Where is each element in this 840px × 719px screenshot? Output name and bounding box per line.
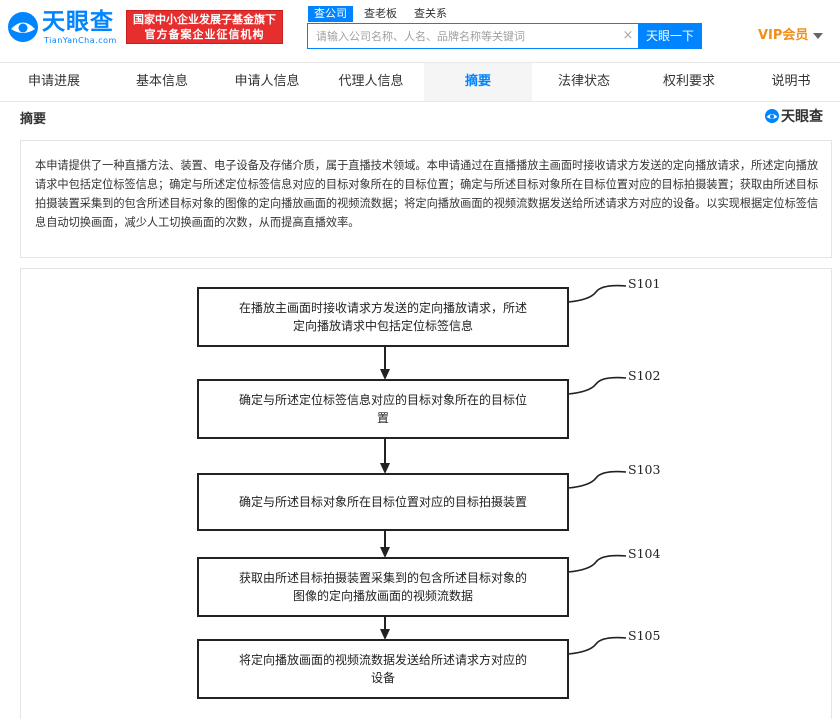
flow-step-text: 确定与所述定位标签信息对应的目标对象所在的目标位 <box>239 392 527 407</box>
tab-abstract[interactable]: 摘要 <box>424 63 532 101</box>
flow-step-label: S101 <box>628 276 660 291</box>
tab-applicant-info[interactable]: 申请人信息 <box>216 63 318 101</box>
patent-tabs: 申请进展 基本信息 申请人信息 代理人信息 摘要 法律状态 权利要求 说明书 <box>0 62 840 102</box>
vip-menu[interactable]: VIP会员 <box>758 27 824 45</box>
search-tab-relation[interactable]: 查关系 <box>414 6 447 22</box>
official-banner: 国家中小企业发展子基金旗下 官方备案企业征信机构 <box>126 10 283 44</box>
flow-arrow-head <box>380 463 390 474</box>
logo-subtitle: TianYanCha.com <box>44 36 117 45</box>
search-button[interactable]: 天眼一下 <box>638 23 702 49</box>
brand-text: 天眼查 <box>781 109 823 125</box>
tab-legal-status[interactable]: 法律状态 <box>532 63 636 101</box>
search-box: × <box>307 23 639 49</box>
flow-step-text: 设备 <box>371 671 395 685</box>
tab-claims[interactable]: 权利要求 <box>636 63 742 101</box>
flow-step-callout <box>567 284 627 303</box>
flow-step-text: 图像的定向播放画面的视频流数据 <box>293 588 473 603</box>
flow-step-box <box>197 379 569 439</box>
flow-step-box <box>197 639 569 699</box>
flow-step-box <box>197 557 569 617</box>
tab-agent-info[interactable]: 代理人信息 <box>318 63 424 101</box>
caret-down-icon <box>813 32 824 39</box>
section-title: 摘要 <box>20 112 47 127</box>
search-tab-company[interactable]: 查公司 <box>308 6 353 22</box>
logo-text: 天眼查 <box>42 9 114 35</box>
flow-arrow-head <box>380 629 390 640</box>
abstract-text: 本申请提供了一种直播方法、装置、电子设备及存储介质，属于直播技术领域。本申请通过… <box>35 159 819 229</box>
flow-step-callout <box>567 470 627 489</box>
flow-step-box <box>197 287 569 347</box>
flow-step-label: S105 <box>628 628 660 643</box>
flow-step-callout <box>567 636 627 655</box>
abstract-figure-panel: 在播放主画面时接收请求方发送的定向播放请求，所述 定向播放请求中包括定位标签信息 S… <box>20 268 832 719</box>
logo-eye-icon <box>8 12 38 42</box>
banner-line-2: 官方备案企业征信机构 <box>144 28 265 41</box>
flow-step-label: S102 <box>628 368 660 383</box>
clear-icon[interactable]: × <box>621 29 635 43</box>
flow-step-text: 置 <box>377 411 389 425</box>
flow-step-callout <box>567 376 627 395</box>
flow-step-label: S103 <box>628 462 660 477</box>
search-input[interactable] <box>308 24 618 48</box>
flow-step-text: 获取由所述目标拍摄装置采集到的包含所述目标对象的 <box>239 570 527 585</box>
abstract-panel: 本申请提供了一种直播方法、装置、电子设备及存储介质，属于直播技术领域。本申请通过… <box>20 140 832 258</box>
flow-step-text: 在播放主画面时接收请求方发送的定向播放请求，所述 <box>239 300 527 315</box>
flow-arrow-head <box>380 547 390 558</box>
flow-step-text: 定向播放请求中包括定位标签信息 <box>293 318 473 333</box>
flow-step-callout <box>567 554 627 573</box>
vip-label: VIP会员 <box>758 28 809 43</box>
flow-step-label: S104 <box>628 546 660 561</box>
flow-step-text: 将定向播放画面的视频流数据发送给所述请求方对应的 <box>239 652 527 667</box>
tab-basic-info[interactable]: 基本信息 <box>108 63 216 101</box>
flowchart-diagram: 在播放主画面时接收请求方发送的定向播放请求，所述定向播放请求中包括定位标签信息 S… <box>197 276 660 699</box>
search-tab-boss[interactable]: 查老板 <box>364 6 397 22</box>
tab-description[interactable]: 说明书 <box>742 63 840 101</box>
site-header: 天眼查 TianYanCha.com 国家中小企业发展子基金旗下 官方备案企业征… <box>0 0 840 62</box>
site-logo[interactable]: 天眼查 TianYanCha.com <box>6 8 124 48</box>
tab-application-progress[interactable]: 申请进展 <box>0 63 108 101</box>
flow-step-text: 确定与所述目标对象所在目标位置对应的目标拍摄装置 <box>239 494 527 509</box>
flow-arrow-head <box>380 369 390 380</box>
brand-eye-icon <box>765 109 779 123</box>
banner-line-1: 国家中小企业发展子基金旗下 <box>133 13 276 26</box>
